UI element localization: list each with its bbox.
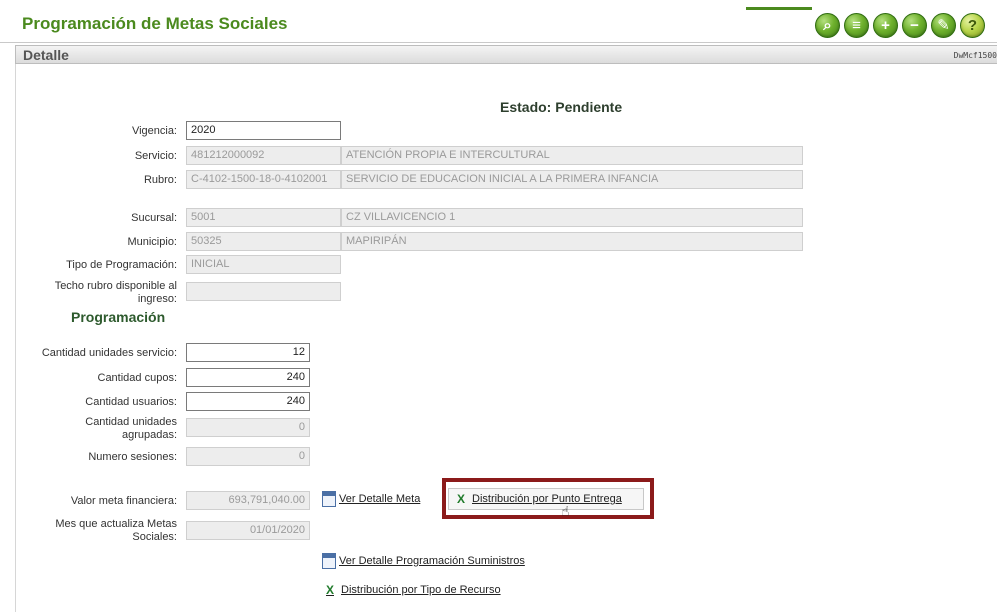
techo-rubro-label: Techo rubro disponible al ingreso: — [54, 280, 177, 305]
list-icon[interactable]: ≡ — [844, 13, 869, 38]
status-title: Estado: Pendiente — [500, 99, 623, 115]
cantidad-unidades-servicio-input[interactable]: 12 — [186, 343, 310, 362]
hand-cursor-icon: ☝ — [561, 503, 570, 519]
numero-sesiones-label: Numero sesiones: — [88, 451, 177, 463]
cantidad-cupos-label: Cantidad cupos: — [97, 372, 178, 384]
techo-rubro-field — [186, 282, 341, 301]
tipo-programacion-field: INICIAL — [186, 255, 341, 274]
vigencia-input[interactable]: 2020 — [186, 121, 341, 140]
active-tab-indicator — [746, 7, 812, 10]
mes-actualiza-label: Mes que actualiza Metas Sociales: — [55, 518, 177, 543]
cantidad-unidades-agrupadas-label: Cantidad unidades agrupadas: — [85, 416, 177, 441]
add-icon[interactable]: + — [873, 13, 898, 38]
app-title: Programación de Metas Sociales — [22, 14, 288, 33]
sucursal-desc-field: CZ VILLAVICENCIO 1 — [341, 208, 803, 227]
search-icon[interactable]: ⌕ — [815, 13, 840, 38]
document-icon — [322, 553, 336, 569]
cantidad-cupos-input[interactable]: 240 — [186, 368, 310, 387]
cantidad-unidades-servicio-label: Cantidad unidades servicio: — [41, 347, 177, 359]
servicio-label: Servicio: — [134, 150, 177, 162]
excel-icon: X — [325, 583, 334, 597]
remove-icon[interactable]: − — [902, 13, 927, 38]
cantidad-usuarios-input[interactable]: 240 — [186, 392, 310, 411]
sucursal-code-field: 5001 — [186, 208, 341, 227]
header-divider — [0, 42, 997, 43]
section-code: DwMcf1500 — [953, 51, 997, 60]
tipo-programacion-label: Tipo de Programación: — [66, 259, 177, 271]
distribucion-tipo-recurso-button[interactable]: X Distribución por Tipo de Recurso — [322, 582, 501, 598]
toolbar: ⌕ ≡ + − ✎ ? — [815, 13, 985, 38]
edit-icon[interactable]: ✎ — [931, 13, 956, 38]
sucursal-label: Sucursal: — [131, 212, 177, 224]
document-icon — [322, 491, 336, 507]
valor-meta-financiera-field: 693,791,040.00 — [186, 491, 310, 510]
section-header: Detalle DwMcf1500 — [15, 45, 997, 64]
section-title: Detalle — [23, 47, 69, 63]
cantidad-usuarios-label: Cantidad usuarios: — [85, 396, 177, 408]
programacion-title: Programación — [71, 309, 166, 325]
highlight-box — [442, 478, 654, 519]
municipio-label: Municipio: — [127, 236, 177, 248]
municipio-desc-field: MAPIRIPÁN — [341, 232, 803, 251]
cantidad-unidades-agrupadas-field: 0 — [186, 418, 310, 437]
numero-sesiones-field: 0 — [186, 447, 310, 466]
vigencia-label: Vigencia: — [131, 125, 177, 137]
rubro-label: Rubro: — [143, 174, 177, 186]
help-icon[interactable]: ? — [960, 13, 985, 38]
mes-actualiza-field: 01/01/2020 — [186, 521, 310, 540]
servicio-desc-field: ATENCIÓN PROPIA E INTERCULTURAL — [341, 146, 803, 165]
valor-meta-financiera-label: Valor meta financiera: — [70, 495, 177, 507]
ver-detalle-suministros-button[interactable]: Ver Detalle Programación Suministros — [322, 553, 525, 569]
municipio-code-field: 50325 — [186, 232, 341, 251]
ver-detalle-meta-button[interactable]: Ver Detalle Meta — [322, 491, 420, 507]
panel-border — [15, 64, 16, 612]
servicio-code-field: 481212000092 — [186, 146, 341, 165]
rubro-desc-field: SERVICIO DE EDUCACION INICIAL A LA PRIME… — [341, 170, 803, 189]
rubro-code-field: C-4102-1500-18-0-4102001 — [186, 170, 341, 189]
